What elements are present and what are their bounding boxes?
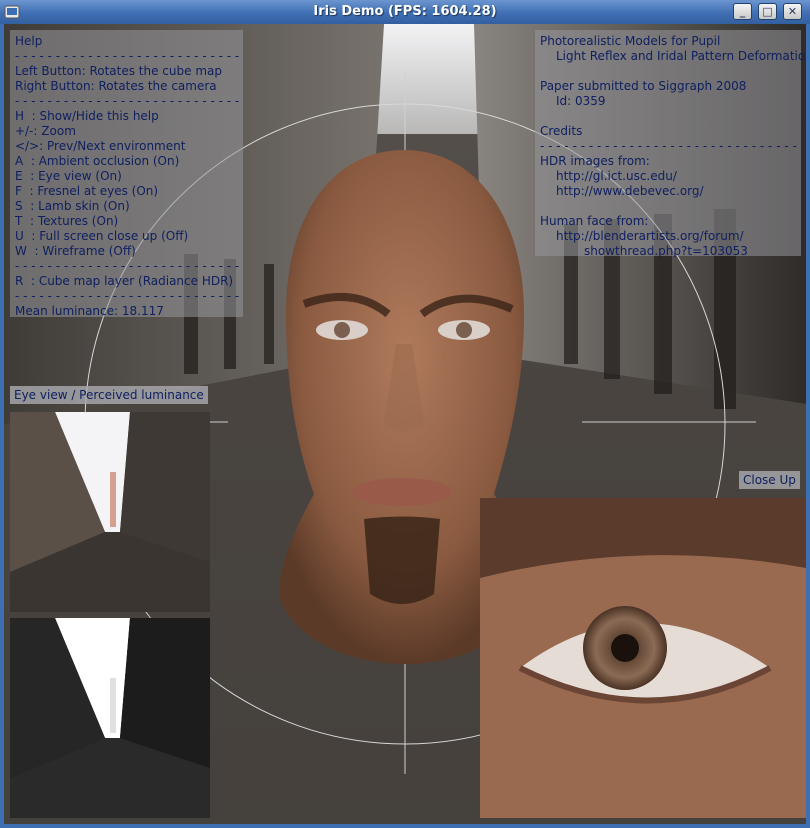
close-up-image [480, 498, 806, 818]
window-title: Iris Demo (FPS: 1604.28) [313, 4, 497, 19]
credits-title: Credits [540, 124, 583, 138]
help-panel: Help - - - - - - - - - - - - - - - - - -… [10, 30, 243, 318]
help-key-s: S : Lamb skin (On) [15, 199, 130, 213]
help-separator: - - - - - - - - - - - - - - - - - - - - … [15, 259, 240, 273]
credits-separator: - - - - - - - - - - - - - - - - - - - - … [540, 139, 801, 153]
help-separator: - - - - - - - - - - - - - - - - - - - - … [15, 289, 240, 303]
hdr-url-debevec[interactable]: http://www.debevec.org/ [540, 184, 801, 199]
hdr-url-ict[interactable]: http://gl.ict.usc.edu/ [540, 169, 801, 184]
help-key-environment: </>: Prev/Next environment [15, 139, 186, 153]
help-key-f: F : Fresnel at eyes (On) [15, 184, 159, 198]
render-viewport[interactable]: Help - - - - - - - - - - - - - - - - - -… [4, 24, 806, 824]
paper-title-line1: Photorealistic Models for Pupil [540, 34, 721, 48]
help-key-u: U : Full screen close up (Off) [15, 229, 189, 243]
close-button[interactable]: ✕ [783, 3, 802, 20]
credits-panel: Photorealistic Models for Pupil Light Re… [535, 30, 806, 259]
eye-view-label: Eye view / Perceived luminance [10, 386, 208, 404]
help-left-button: Left Button: Rotates the cube map [15, 64, 222, 78]
help-key-e: E : Eye view (On) [15, 169, 122, 183]
help-right-button: Right Button: Rotates the camera [15, 79, 217, 93]
help-title: Help [15, 34, 43, 48]
eye-view-image [10, 412, 210, 612]
paper-title-line2: Light Reflex and Iridal Pattern Deformat… [556, 49, 806, 63]
hdr-label: HDR images from: [540, 154, 650, 168]
paper-id: Id: 0359 [556, 94, 606, 108]
help-key-r: R : Cube map layer (Radiance HDR) [15, 274, 234, 288]
mean-luminance: Mean luminance: 18.117 [15, 304, 164, 318]
help-separator: - - - - - - - - - - - - - - - - - - - - … [15, 94, 240, 108]
help-key-zoom: +/-: Zoom [15, 124, 76, 138]
help-key-w: W : Wireframe (Off) [15, 244, 136, 258]
face-label: Human face from: [540, 214, 649, 228]
title-bar[interactable]: Iris Demo (FPS: 1604.28) _ □ ✕ [0, 0, 810, 25]
maximize-button[interactable]: □ [758, 3, 777, 20]
minimize-button[interactable]: _ [733, 3, 752, 20]
face-url-line2[interactable]: showthread.php?t=103053 [540, 244, 801, 259]
help-key-a: A : Ambient occlusion (On) [15, 154, 180, 168]
paper-submitted: Paper submitted to Siggraph 2008 [540, 79, 747, 93]
close-up-label: Close Up [739, 471, 800, 489]
face-url-line1[interactable]: http://blenderartists.org/forum/ [540, 229, 801, 244]
perceived-luminance-image [10, 618, 210, 818]
help-key-t: T : Textures (On) [15, 214, 119, 228]
window-frame-right [806, 24, 810, 824]
help-separator: - - - - - - - - - - - - - - - - - - - - … [15, 49, 240, 63]
help-key-h: H : Show/Hide this help [15, 109, 159, 123]
window-frame-bottom [0, 824, 810, 828]
app-window: Iris Demo (FPS: 1604.28) _ □ ✕ Help - - … [0, 0, 810, 828]
